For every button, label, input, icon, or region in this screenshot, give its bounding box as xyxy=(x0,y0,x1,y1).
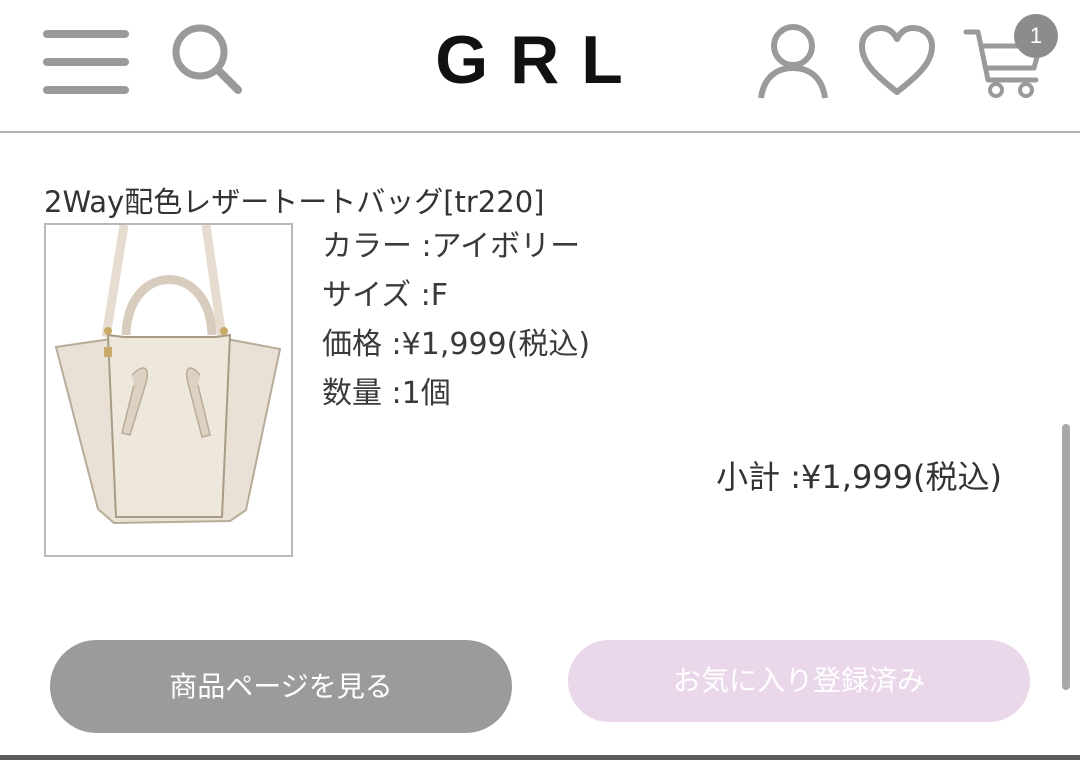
view-product-page-button[interactable]: 商品ページを見る xyxy=(50,640,512,733)
favorite-registered-button[interactable]: お気に入り登録済み xyxy=(568,640,1030,722)
bottom-divider xyxy=(0,755,1080,760)
search-button[interactable] xyxy=(168,20,248,100)
heart-icon xyxy=(858,25,936,102)
subtotal: 小計 :¥1,999(税込) xyxy=(716,458,1002,496)
favorites-button[interactable] xyxy=(858,24,936,98)
product-color: カラー :アイボリー xyxy=(322,229,581,264)
cart-icon xyxy=(960,29,1070,106)
product-attributes: カラー :アイボリー サイズ :F 価格 :¥1,999(税込) 数量 :1個 xyxy=(322,224,742,420)
product-name[interactable]: 2Way配色レザートートバッグ[tr220] xyxy=(44,180,664,224)
product-quantity: 数量 :1個 xyxy=(322,376,451,411)
site-header: GRL 1 xyxy=(0,0,1080,133)
search-icon xyxy=(168,24,248,104)
user-icon xyxy=(756,24,830,104)
product-price: 価格 :¥1,999(税込) xyxy=(322,327,591,362)
menu-button[interactable] xyxy=(40,24,132,100)
hamburger-icon xyxy=(40,30,132,104)
site-logo[interactable]: GRL xyxy=(420,20,660,100)
page: GRL 1 2Way配色レザートートバッグ[tr220] カラー:アイボリー … xyxy=(0,0,1080,760)
product-image[interactable] xyxy=(44,223,293,557)
product-size: サイズ :F xyxy=(322,278,448,313)
scrollbar[interactable] xyxy=(1062,424,1070,690)
cart-button[interactable]: 1 xyxy=(960,10,1070,102)
account-button[interactable] xyxy=(756,22,830,100)
cart-count-badge: 1 xyxy=(1014,14,1058,58)
